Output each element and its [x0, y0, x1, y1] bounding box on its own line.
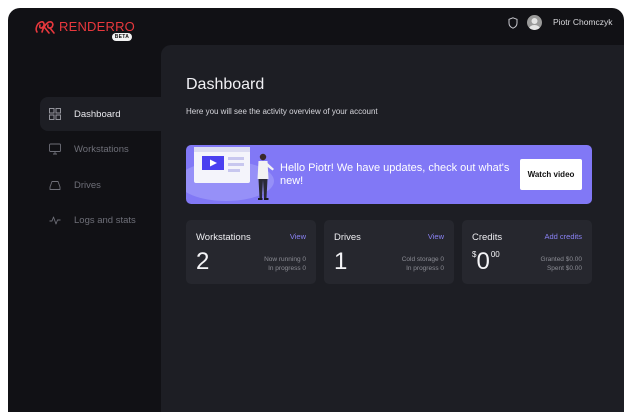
card-title: Workstations: [196, 232, 251, 243]
stat-granted: Granted $0.00: [540, 256, 582, 263]
sidebar-item-workstations[interactable]: Workstations: [40, 132, 161, 166]
workstations-count: 2: [196, 248, 210, 275]
app-window: RENDERRO BETA Piotr Chomczyk Dashboard W: [8, 8, 624, 412]
sidebar-item-label: Dashboard: [74, 108, 121, 120]
credits-whole: 0: [476, 248, 490, 275]
drives-card: Drives View 1 Cold storage 0 In progress…: [324, 220, 454, 284]
pulse-icon: [49, 216, 61, 225]
card-title: Drives: [334, 232, 361, 243]
workstations-view-link[interactable]: View: [290, 232, 306, 241]
sidebar-item-drives[interactable]: Drives: [40, 168, 161, 202]
sidebar-item-dashboard[interactable]: Dashboard: [40, 97, 161, 131]
stat-in-progress: In progress 0: [406, 264, 444, 272]
beta-badge: BETA: [112, 33, 132, 41]
sidebar-item-label: Drives: [74, 179, 101, 191]
user-name[interactable]: Piotr Chomczyk: [553, 17, 613, 27]
page-subtitle: Here you will see the activity overview …: [186, 107, 378, 116]
banner-message: Hello Piotr! We have updates, check out …: [280, 162, 510, 187]
drives-stats: Cold storage 0 In progress 0: [402, 256, 444, 273]
workstations-card: Workstations View 2 Now running 0 In pro…: [186, 220, 316, 284]
drives-view-link[interactable]: View: [428, 232, 444, 241]
sidebar-item-label: Workstations: [74, 143, 129, 155]
grid-icon: [49, 108, 61, 120]
workstations-stats: Now running 0 In progress 0: [264, 256, 306, 273]
renderro-logo-icon: [35, 21, 55, 34]
credits-stats: Granted $0.00 Spent $0.00: [540, 256, 582, 273]
page-title: Dashboard: [186, 76, 265, 93]
stat-spent: Spent $0.00: [546, 264, 582, 272]
updates-banner: Hello Piotr! We have updates, check out …: [186, 145, 592, 204]
sidebar-item-label: Logs and stats: [74, 214, 136, 226]
credits-cents: 00: [490, 250, 500, 259]
main-panel: Dashboard Here you will see the activity…: [161, 45, 624, 412]
add-credits-link[interactable]: Add credits: [544, 232, 582, 241]
credits-amount: $ 0 00: [472, 248, 500, 276]
credits-card: Credits Add credits $ 0 00 Granted $0.00…: [462, 220, 592, 284]
user-silhouette-icon: [529, 18, 540, 30]
avatar[interactable]: [527, 15, 542, 30]
drive-icon: [49, 181, 61, 190]
watch-video-button[interactable]: Watch video: [520, 159, 582, 190]
stat-in-progress: In progress 0: [268, 264, 306, 272]
stat-now-running: Now running 0: [264, 256, 306, 263]
shield-icon[interactable]: [508, 17, 518, 29]
top-bar: RENDERRO BETA Piotr Chomczyk: [8, 8, 624, 44]
drives-count: 1: [334, 248, 348, 275]
sidebar-item-logs-and-stats[interactable]: Logs and stats: [40, 203, 161, 237]
card-title: Credits: [472, 232, 503, 243]
monitor-icon: [49, 143, 61, 155]
stat-cold-storage: Cold storage 0: [401, 256, 444, 263]
